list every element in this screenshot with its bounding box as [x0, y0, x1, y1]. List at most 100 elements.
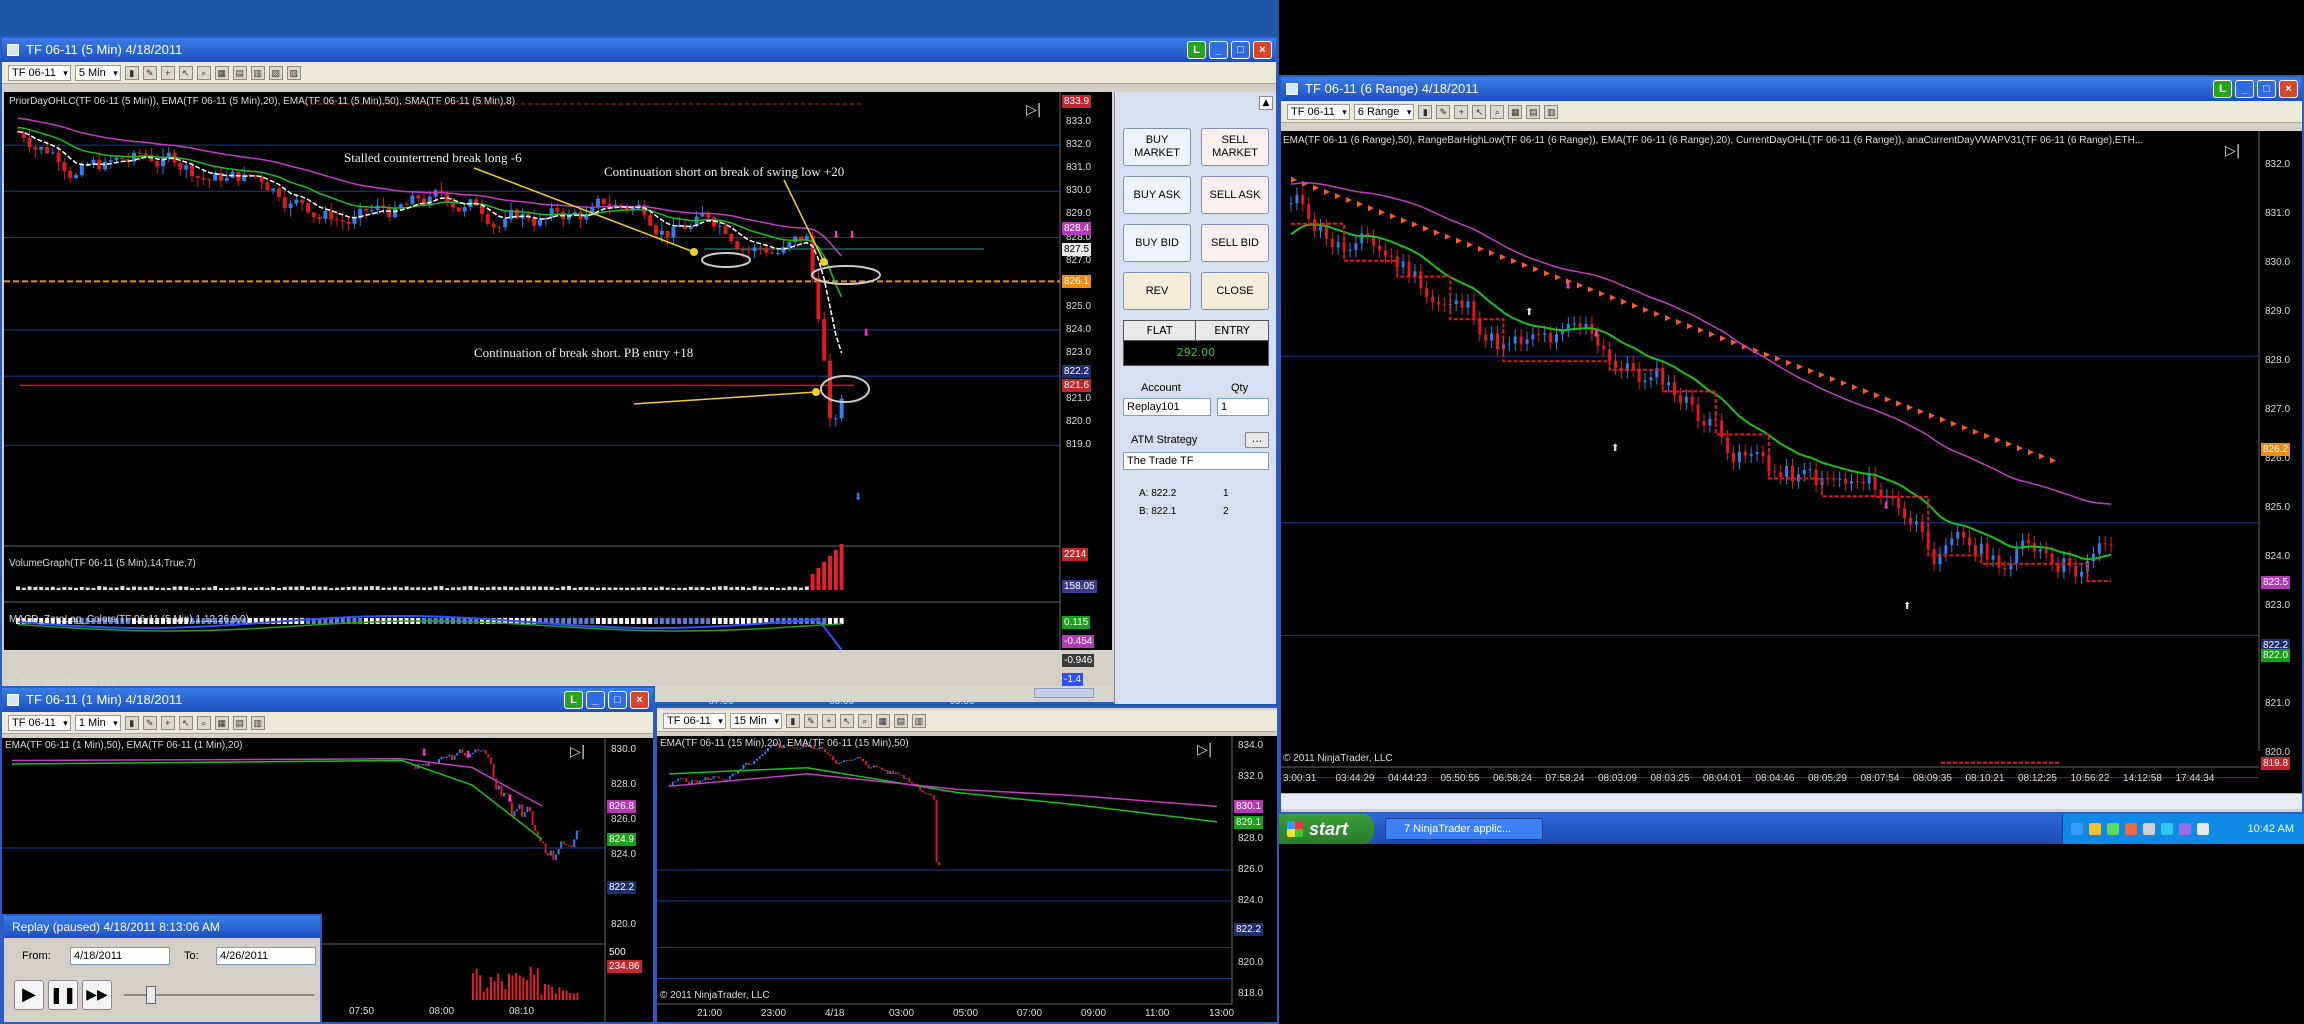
properties-icon[interactable]: ▦: [214, 715, 229, 730]
macd-histogram-bar: [717, 618, 722, 624]
volume-bar: [540, 994, 543, 1000]
properties-icon[interactable]: ▦: [214, 65, 229, 80]
minimize-icon[interactable]: _: [2235, 80, 2254, 98]
sell-market-button[interactable]: SELL MARKET: [1201, 128, 1269, 166]
pencil-icon[interactable]: ✎: [142, 715, 157, 730]
interval-select[interactable]: 1 Min: [74, 714, 121, 731]
fast-forward-button[interactable]: ▶▶: [82, 980, 112, 1010]
maximize-icon[interactable]: □: [2257, 80, 2276, 98]
instrument-select[interactable]: TF 06-11: [1287, 103, 1350, 120]
pencil-icon[interactable]: ✎: [803, 713, 818, 728]
indicators-icon[interactable]: ▤: [893, 713, 908, 728]
instrument-select[interactable]: TF 06-11: [663, 712, 726, 729]
cursor-icon[interactable]: ↖: [1472, 104, 1487, 119]
link-button[interactable]: L: [2213, 80, 2232, 98]
scroll-end-icon[interactable]: ▷|: [2225, 143, 2240, 159]
tray-icon[interactable]: [2161, 823, 2173, 835]
reverse-button[interactable]: REV: [1123, 272, 1191, 310]
strategy-icon[interactable]: ▥: [250, 715, 265, 730]
indicators-icon[interactable]: ▤: [1526, 104, 1541, 119]
strategy-icon[interactable]: ▥: [1544, 104, 1559, 119]
range-titlebar[interactable]: TF 06-11 (6 Range) 4/18/2011 L _ □ ×: [1281, 77, 2302, 101]
sell-bid-button[interactable]: SELL BID: [1201, 224, 1269, 262]
crosshair-icon[interactable]: +: [160, 65, 175, 80]
tray-icon[interactable]: [2143, 823, 2155, 835]
scroll-end-icon[interactable]: ▷|: [570, 744, 585, 760]
tray-icon[interactable]: [2125, 823, 2137, 835]
atm-strategy-select[interactable]: The Trade TF: [1123, 452, 1269, 470]
instrument-select[interactable]: TF 06-11: [8, 714, 71, 731]
bar-type-icon[interactable]: ▮: [1418, 104, 1433, 119]
replay-titlebar[interactable]: Replay (paused) 4/18/2011 8:13:06 AM: [4, 916, 320, 938]
buy-ask-button[interactable]: BUY ASK: [1123, 176, 1191, 214]
cursor-icon[interactable]: ↖: [178, 715, 193, 730]
close-icon[interactable]: ×: [1253, 41, 1272, 59]
pause-button[interactable]: ❚❚: [48, 980, 78, 1010]
main-scroll-thumb[interactable]: [1034, 688, 1094, 698]
qty-stepper[interactable]: 1: [1217, 398, 1269, 416]
start-button[interactable]: start: [1279, 814, 1374, 844]
instrument-select[interactable]: TF 06-11: [8, 64, 71, 81]
minimize-icon[interactable]: _: [1209, 41, 1228, 59]
interval-select[interactable]: 15 Min: [729, 712, 782, 729]
close-position-button[interactable]: CLOSE: [1201, 272, 1269, 310]
scroll-end-icon[interactable]: ▷|: [1026, 102, 1041, 118]
atm-settings-button[interactable]: ...: [1245, 432, 1269, 448]
to-date-select[interactable]: 4/26/2011: [216, 947, 316, 965]
interval-select[interactable]: 6 Range: [1353, 103, 1415, 120]
minimize-icon[interactable]: _: [586, 691, 605, 709]
cursor-icon[interactable]: ↖: [839, 713, 854, 728]
main-price-chart[interactable]: PriorDayOHLC(TF 06-11 (5 Min)), EMA(TF 0…: [4, 92, 1112, 707]
cursor-icon[interactable]: ↖: [178, 65, 193, 80]
panel-collapse-icon[interactable]: ▲: [1259, 96, 1273, 110]
interval-select[interactable]: 5 Min: [74, 64, 121, 81]
replay-speed-slider[interactable]: [124, 986, 314, 1004]
indicators-icon[interactable]: ▤: [232, 715, 247, 730]
close-icon[interactable]: ×: [2279, 80, 2298, 98]
dataseries-icon[interactable]: ▧: [268, 65, 283, 80]
volume-icon[interactable]: [2197, 823, 2209, 835]
bar-type-icon[interactable]: ▮: [785, 713, 800, 728]
range-hscrollbar[interactable]: [1281, 793, 2302, 809]
main-titlebar[interactable]: TF 06-11 (5 Min) 4/18/2011 L _ □ ×: [2, 38, 1276, 62]
close-icon[interactable]: ×: [630, 691, 649, 709]
tray-icon[interactable]: [2071, 823, 2083, 835]
strategy-icon[interactable]: ▥: [911, 713, 926, 728]
crosshair-icon[interactable]: +: [160, 715, 175, 730]
tray-icon[interactable]: [2107, 823, 2119, 835]
tray-icon[interactable]: [2089, 823, 2101, 835]
one-min-titlebar[interactable]: TF 06-11 (1 Min) 4/18/2011 L _ □ ×: [2, 688, 653, 712]
taskbar-ninjatrader-group[interactable]: 7 NinjaTrader applic...: [1385, 818, 1543, 840]
from-date-select[interactable]: 4/18/2011: [70, 947, 170, 965]
orders-icon[interactable]: ▨: [286, 65, 301, 80]
sell-ask-button[interactable]: SELL ASK: [1201, 176, 1269, 214]
play-button[interactable]: ▶: [14, 980, 44, 1010]
pencil-icon[interactable]: ✎: [142, 65, 157, 80]
zoom-icon[interactable]: ⌕: [196, 65, 211, 80]
slider-thumb[interactable]: [146, 986, 156, 1004]
link-button[interactable]: L: [564, 691, 583, 709]
bar-type-icon[interactable]: ▮: [124, 715, 139, 730]
crosshair-icon[interactable]: +: [1454, 104, 1469, 119]
fifteen-min-price-chart[interactable]: EMA(TF 06-11 (15 Min),20), EMA(TF 06-11 …: [657, 736, 1277, 1022]
scroll-end-icon[interactable]: ▷|: [1197, 742, 1212, 758]
pencil-icon[interactable]: ✎: [1436, 104, 1451, 119]
link-button[interactable]: L: [1187, 41, 1206, 59]
zoom-icon[interactable]: ⌕: [1490, 104, 1505, 119]
zoom-icon[interactable]: ⌕: [857, 713, 872, 728]
tray-icon[interactable]: [2179, 823, 2191, 835]
zoom-icon[interactable]: ⌕: [196, 715, 211, 730]
crosshair-icon[interactable]: +: [821, 713, 836, 728]
properties-icon[interactable]: ▦: [1508, 104, 1523, 119]
strategy-icon[interactable]: ▥: [250, 65, 265, 80]
indicators-icon[interactable]: ▤: [232, 65, 247, 80]
maximize-icon[interactable]: □: [1231, 41, 1250, 59]
candle: [851, 759, 854, 761]
buy-market-button[interactable]: BUY MARKET: [1123, 128, 1191, 166]
maximize-icon[interactable]: □: [608, 691, 627, 709]
bar-type-icon[interactable]: ▮: [124, 65, 139, 80]
buy-bid-button[interactable]: BUY BID: [1123, 224, 1191, 262]
properties-icon[interactable]: ▦: [875, 713, 890, 728]
range-price-chart[interactable]: EMA(TF 06-11 (6 Range),50), RangeBarHigh…: [1281, 131, 2302, 793]
account-select[interactable]: Replay101: [1123, 398, 1211, 416]
